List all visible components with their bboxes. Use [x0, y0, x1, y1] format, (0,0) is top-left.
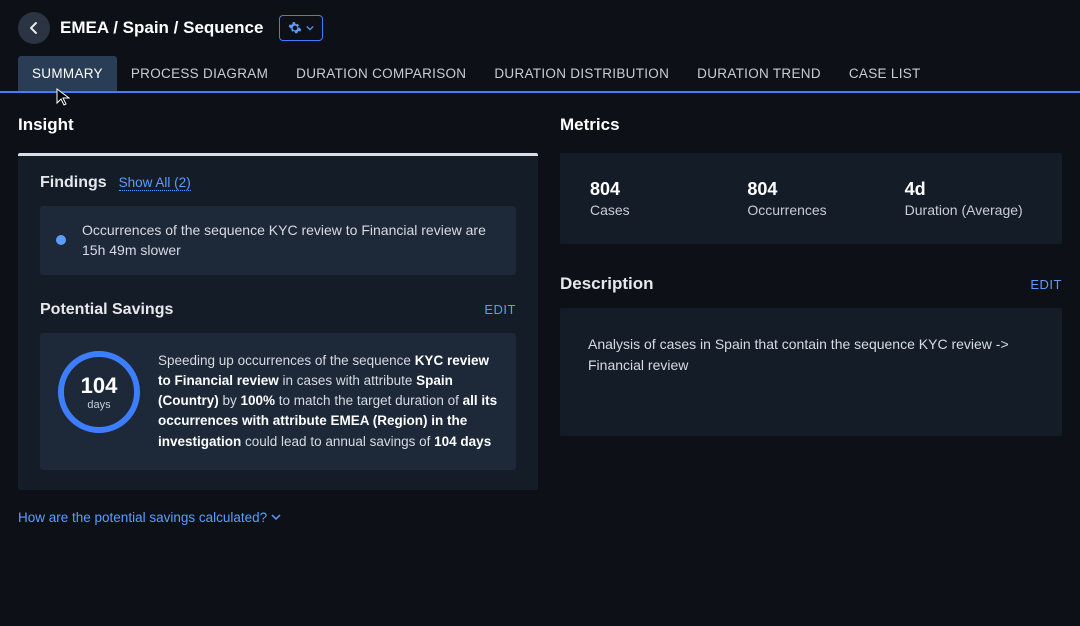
settings-dropdown[interactable] — [279, 15, 323, 41]
insight-title: Insight — [18, 115, 538, 135]
metric-label: Occurrences — [747, 202, 874, 218]
tab-process-diagram[interactable]: PROCESS DIAGRAM — [117, 56, 282, 91]
how-calculated-text: How are the potential savings calculated… — [18, 510, 267, 525]
show-all-link[interactable]: Show All (2) — [119, 175, 191, 191]
metrics-title: Metrics — [560, 115, 1062, 135]
gear-icon — [288, 21, 302, 35]
tabs: SUMMARY PROCESS DIAGRAM DURATION COMPARI… — [0, 56, 1080, 93]
tab-duration-comparison[interactable]: DURATION COMPARISON — [282, 56, 480, 91]
chevron-down-icon — [271, 512, 281, 522]
chevron-down-icon — [306, 24, 314, 32]
finding-text: Occurrences of the sequence KYC review t… — [82, 220, 500, 261]
metric-value: 804 — [590, 179, 717, 200]
edit-description-link[interactable]: EDIT — [1030, 277, 1062, 292]
savings-text: Speeding up occurrences of the sequence … — [158, 351, 498, 452]
arrow-left-icon — [26, 20, 42, 36]
savings-unit: days — [87, 399, 110, 411]
metric-cases: 804 Cases — [590, 179, 717, 218]
savings-text-bold: 100% — [241, 393, 276, 408]
metric-label: Cases — [590, 202, 717, 218]
findings-label: Findings — [40, 174, 107, 192]
description-text: Analysis of cases in Spain that contain … — [588, 336, 1009, 373]
savings-card: 104 days Speeding up occurrences of the … — [40, 333, 516, 470]
savings-text-part: to match the target duration of — [275, 393, 463, 408]
savings-value: 104 — [81, 373, 118, 399]
back-button[interactable] — [18, 12, 50, 44]
breadcrumb: EMEA / Spain / Sequence — [60, 18, 263, 38]
metric-value: 4d — [905, 179, 1032, 200]
edit-savings-link[interactable]: EDIT — [484, 302, 516, 317]
tab-summary[interactable]: SUMMARY — [18, 56, 117, 91]
savings-text-part: Speeding up occurrences of the sequence — [158, 353, 415, 368]
status-dot-icon — [56, 235, 66, 245]
potential-savings-label: Potential Savings — [40, 301, 173, 319]
description-card: Analysis of cases in Spain that contain … — [560, 308, 1062, 436]
description-title: Description — [560, 274, 654, 294]
savings-text-bold: 104 days — [434, 434, 491, 449]
how-calculated-link[interactable]: How are the potential savings calculated… — [18, 510, 538, 525]
metric-label: Duration (Average) — [905, 202, 1032, 218]
tab-duration-distribution[interactable]: DURATION DISTRIBUTION — [480, 56, 683, 91]
savings-ring: 104 days — [58, 351, 140, 433]
metric-occurrences: 804 Occurrences — [747, 179, 874, 218]
savings-text-part: in cases with attribute — [279, 373, 416, 388]
insight-panel: Findings Show All (2) Occurrences of the… — [18, 153, 538, 490]
savings-text-part: by — [219, 393, 241, 408]
savings-text-part: could lead to annual savings of — [241, 434, 434, 449]
tab-case-list[interactable]: CASE LIST — [835, 56, 935, 91]
metrics-card: 804 Cases 804 Occurrences 4d Duration (A… — [560, 153, 1062, 244]
finding-item[interactable]: Occurrences of the sequence KYC review t… — [40, 206, 516, 275]
metric-value: 804 — [747, 179, 874, 200]
header-bar: EMEA / Spain / Sequence — [0, 0, 1080, 56]
metric-duration: 4d Duration (Average) — [905, 179, 1032, 218]
tab-duration-trend[interactable]: DURATION TREND — [683, 56, 835, 91]
